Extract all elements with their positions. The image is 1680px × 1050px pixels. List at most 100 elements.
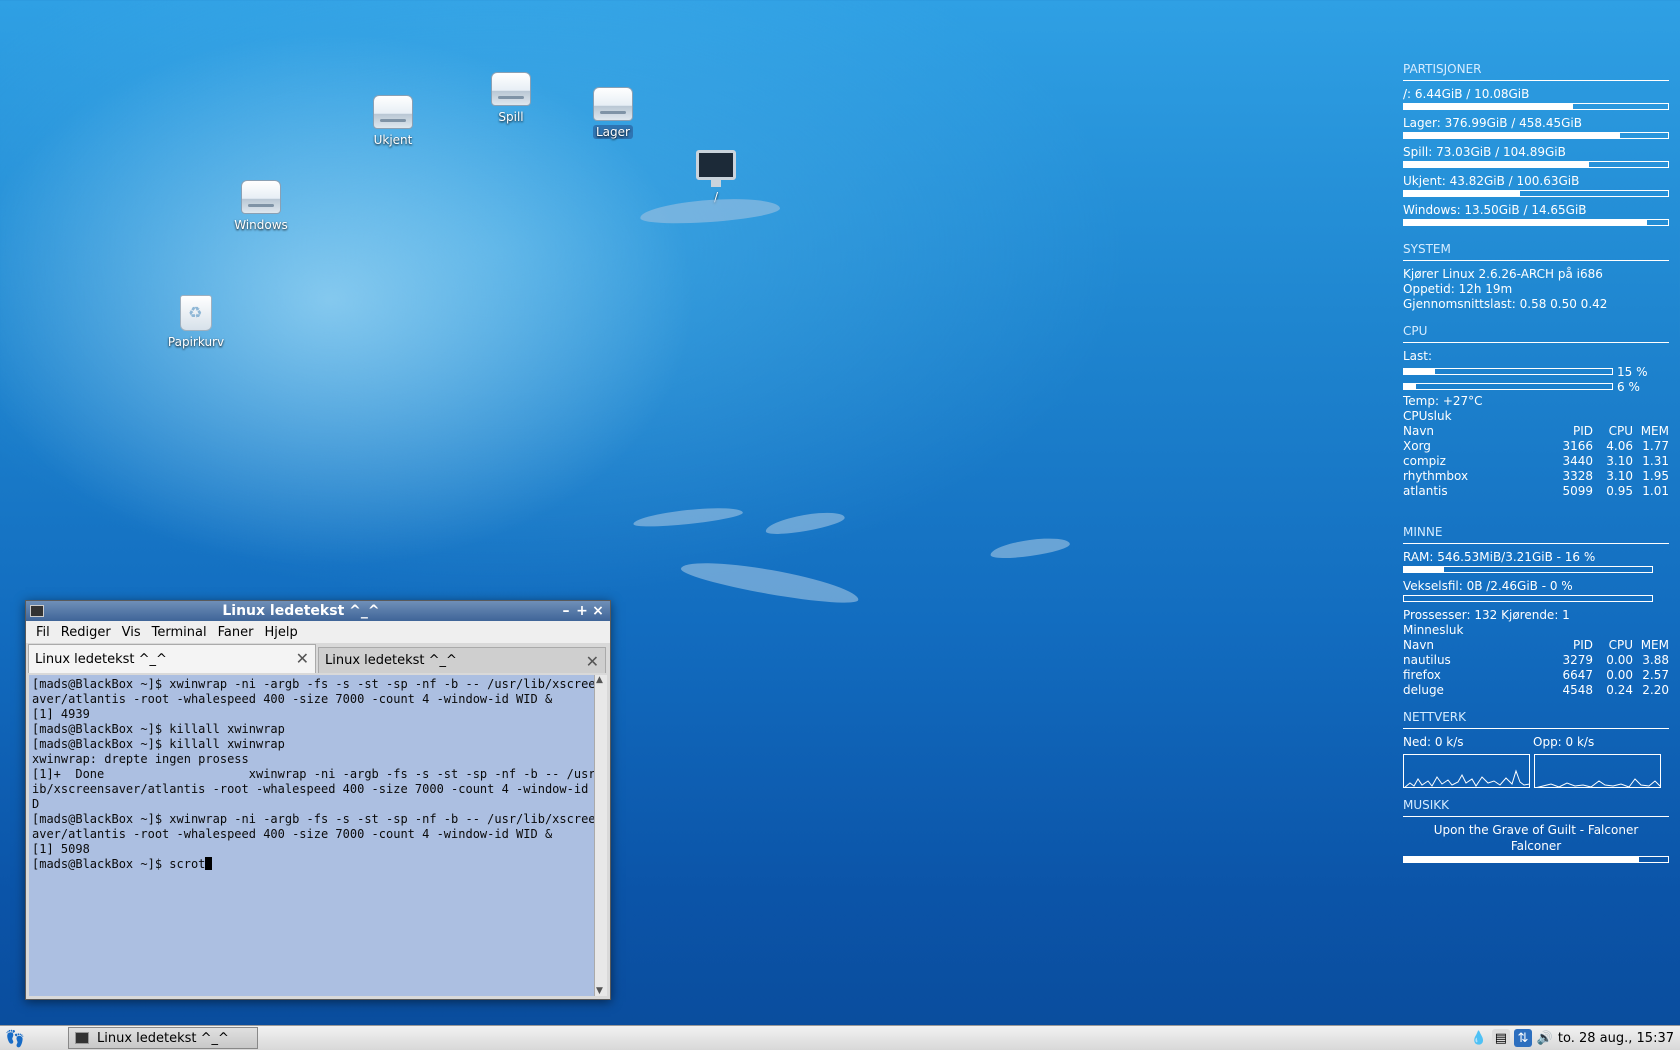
shark-decoration [639, 195, 781, 227]
col-cpu: CPU [1608, 638, 1633, 652]
tab-terminal-1[interactable]: Linux ledetekst ^_^ ✕ [28, 644, 316, 673]
proc-name: rhythmbox [1403, 469, 1469, 483]
drive-icon [373, 95, 413, 129]
proc-row: rhythmbox 3328 3.10 1.95 [1403, 469, 1669, 484]
window-titlebar[interactable]: Linux ledetekst ^_^ – + × [26, 601, 610, 621]
drive-icon [241, 180, 281, 214]
desktop-icon-spill[interactable]: Spill [466, 72, 556, 125]
proc-mem: 1.01 [1642, 484, 1669, 498]
prompt-text: [mads@BlackBox ~]$ scrot [32, 857, 206, 871]
computer-icon [696, 150, 736, 187]
cpu-temp: Temp: +27°C [1403, 394, 1483, 408]
desktop-icon-label: Papirkurv [167, 335, 225, 349]
menu-hjelp[interactable]: Hjelp [264, 625, 297, 640]
menu-rediger[interactable]: Rediger [61, 625, 111, 640]
col-name: Navn [1403, 424, 1435, 438]
partition-root: /: 6.44GiB / 10.08GiB [1403, 87, 1530, 101]
proc-cpu: 0.95 [1606, 484, 1633, 498]
section-heading-partitions: PARTISJONER [1403, 62, 1669, 81]
proc-row: deluge 4548 0.24 2.20 [1403, 683, 1669, 698]
trash-icon [180, 295, 212, 331]
gnome-foot-icon[interactable]: 👣 [0, 1026, 30, 1050]
menu-fil[interactable]: Fil [36, 625, 50, 640]
net-down-graph [1403, 754, 1530, 788]
desktop-icon-label: Ukjent [373, 133, 413, 147]
music-progress-bar [1403, 856, 1669, 863]
partition-windows: Windows: 13.50GiB / 14.65GiB [1403, 203, 1587, 217]
net-down: Ned: 0 k/s [1403, 735, 1464, 749]
network-rates: Ned: 0 k/s Opp: 0 k/s [1403, 735, 1669, 750]
close-tab-icon[interactable]: ✕ [586, 652, 599, 671]
partition-bar [1403, 132, 1669, 139]
terminal-line: [1] 4939 [32, 707, 90, 721]
tab-label: Linux ledetekst ^_^ [35, 651, 167, 667]
proc-row: atlantis 5099 0.95 1.01 [1403, 484, 1669, 499]
tab-terminal-2[interactable]: Linux ledetekst ^_^ ✕ [318, 647, 606, 673]
taskbar-item-label: Linux ledetekst ^_^ [97, 1030, 229, 1046]
volume-icon[interactable]: 🔊 [1536, 1029, 1554, 1047]
cpu-core-row: 15 % [1403, 364, 1669, 379]
drop-icon[interactable]: 💧 [1470, 1029, 1488, 1047]
terminal-prompt[interactable]: [mads@BlackBox ~]$ scrot [32, 857, 591, 872]
proc-name: deluge [1403, 683, 1444, 697]
menu-bar: Fil Rediger Vis Terminal Faner Hjelp [26, 621, 610, 643]
tab-label: Linux ledetekst ^_^ [325, 653, 457, 668]
proc-name: firefox [1403, 668, 1441, 682]
section-heading-music: MUSIKK [1403, 798, 1669, 817]
section-heading-memory: MINNE [1403, 525, 1669, 544]
terminal-line: [mads@BlackBox ~]$ xwinwrap -ni -argb -f… [32, 677, 594, 691]
desktop-icon-label: Lager [593, 125, 633, 139]
notes-icon[interactable]: ▤ [1491, 1029, 1510, 1047]
desktop-icon-root[interactable]: / [671, 150, 761, 205]
cpu-load-label: Last: [1403, 349, 1433, 363]
proc-cpu: 3.10 [1606, 454, 1633, 468]
terminal-output[interactable]: [mads@BlackBox ~]$ xwinwrap -ni -argb -f… [29, 675, 594, 996]
proc-pid: 3440 [1562, 454, 1593, 468]
desktop-icon-lager[interactable]: Lager [568, 87, 658, 140]
cpu-top-label: CPUsluk [1403, 409, 1452, 423]
cpu-core-row: 6 % [1403, 379, 1669, 394]
terminal-icon [75, 1032, 89, 1044]
cpu-percent: 15 % [1617, 364, 1648, 379]
proc-row: firefox 6647 0.00 2.57 [1403, 668, 1669, 683]
close-icon[interactable]: × [590, 603, 606, 619]
col-mem: MEM [1640, 424, 1669, 438]
menu-faner[interactable]: Faner [218, 625, 254, 640]
process-count: Prossesser: 132 Kjørende: 1 [1403, 608, 1570, 622]
net-up-graph [1534, 754, 1661, 788]
terminal-line: xwinwrap: drepte ingen prosess [32, 752, 249, 766]
terminal-line: D [32, 797, 40, 811]
mem-top-label: Minnesluk [1403, 623, 1464, 637]
ram-usage: RAM: 546.53MiB/3.21GiB - 16 % [1403, 550, 1596, 564]
section-heading-cpu: CPU [1403, 324, 1669, 343]
network-icon[interactable]: ⇅ [1513, 1029, 1532, 1047]
partition-bar [1403, 103, 1669, 110]
desktop-icon-trash[interactable]: Papirkurv [151, 295, 241, 350]
drive-icon [593, 87, 633, 121]
taskbar-item-terminal[interactable]: Linux ledetekst ^_^ [68, 1027, 258, 1049]
desktop-icon-ukjent[interactable]: Ukjent [348, 95, 438, 148]
partition-spill: Spill: 73.03GiB / 104.89GiB [1403, 145, 1566, 159]
proc-name: nautilus [1403, 653, 1451, 667]
swap-bar [1403, 595, 1653, 602]
proc-pid: 3279 [1562, 653, 1593, 667]
proc-mem: 1.31 [1642, 454, 1669, 468]
menu-terminal[interactable]: Terminal [152, 625, 207, 640]
shark-decoration [679, 554, 861, 610]
terminal-line: [1] 5098 [32, 842, 90, 856]
terminal-window[interactable]: Linux ledetekst ^_^ – + × Fil Rediger Vi… [25, 600, 611, 1000]
desktop-icon-windows[interactable]: Windows [216, 180, 306, 233]
terminal-scrollbar[interactable] [594, 675, 607, 996]
maximize-icon[interactable]: + [574, 603, 590, 619]
proc-mem: 1.77 [1642, 439, 1669, 453]
terminal-line: [mads@BlackBox ~]$ killall xwinwrap [32, 737, 285, 751]
window-title: Linux ledetekst ^_^ [222, 603, 380, 619]
text-cursor [205, 857, 213, 870]
minimize-icon[interactable]: – [558, 603, 574, 619]
menu-vis[interactable]: Vis [122, 625, 141, 640]
proc-cpu: 0.00 [1606, 668, 1633, 682]
close-tab-icon[interactable]: ✕ [296, 649, 309, 668]
clock[interactable]: to. 28 aug., 15:37 [1558, 1031, 1674, 1046]
system-tray: 💧 ▤ ⇅ 🔊 to. 28 aug., 15:37 [1470, 1029, 1680, 1047]
network-graphs [1403, 754, 1669, 788]
